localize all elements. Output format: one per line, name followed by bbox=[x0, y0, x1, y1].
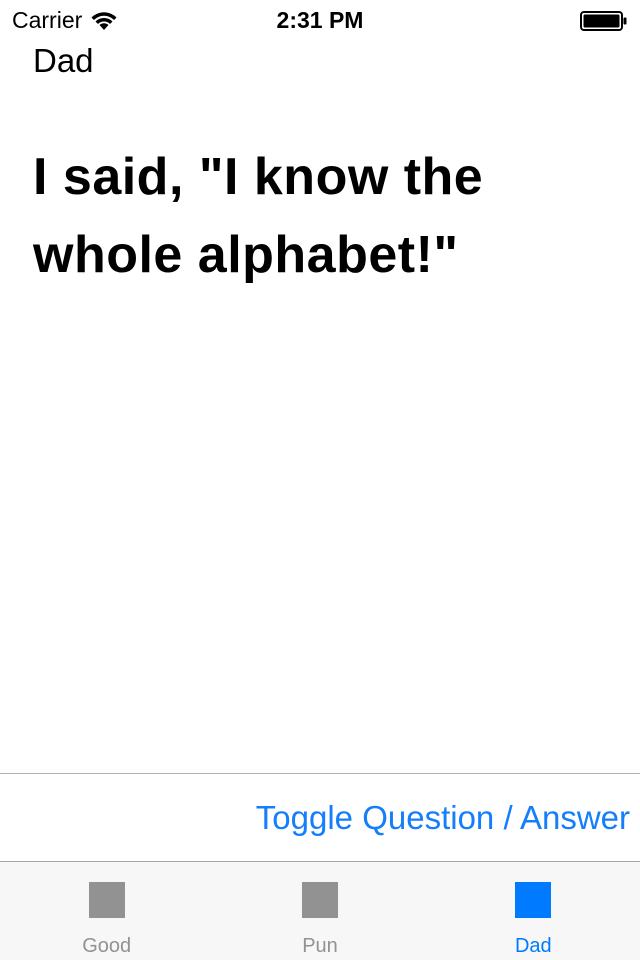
tab-good[interactable]: Good bbox=[0, 862, 213, 960]
square-icon bbox=[515, 882, 552, 918]
tab-label: Good bbox=[82, 935, 132, 957]
square-icon bbox=[301, 882, 338, 918]
status-time: 2:31 PM bbox=[276, 7, 364, 33]
status-bar: Carrier 2:31 PM bbox=[0, 0, 640, 40]
category-title: Dad bbox=[33, 42, 94, 79]
tab-dad[interactable]: Dad bbox=[427, 862, 640, 960]
joke-text: I said, "I know the whole alphabet!" bbox=[33, 148, 484, 284]
tab-label: Pun bbox=[302, 935, 338, 957]
toggle-question-answer-button[interactable]: Toggle Question / Answer bbox=[256, 796, 630, 840]
tab-bar: Good Pun Dad bbox=[0, 861, 640, 960]
app-screen: Carrier 2:31 PM Dad I said, "I know the … bbox=[0, 0, 640, 960]
tab-pun[interactable]: Pun bbox=[213, 862, 426, 960]
square-icon bbox=[88, 882, 125, 918]
toggle-toolbar: Toggle Question / Answer bbox=[0, 773, 640, 862]
battery-icon bbox=[580, 11, 627, 31]
tab-label: Dad bbox=[514, 935, 552, 957]
